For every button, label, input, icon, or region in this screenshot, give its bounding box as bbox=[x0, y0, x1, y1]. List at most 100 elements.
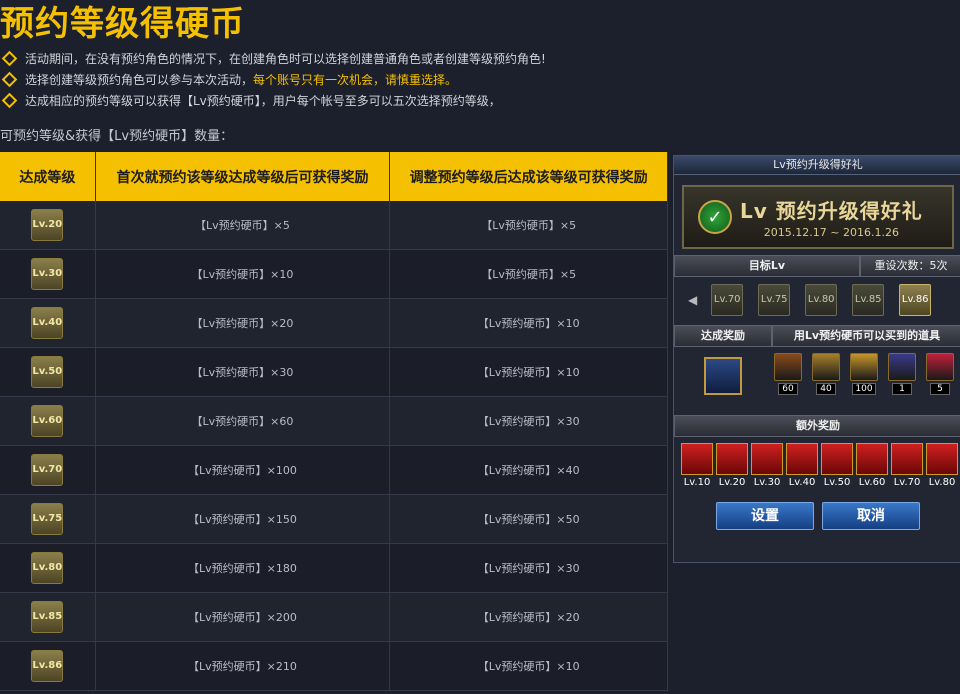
diamond-bullet-icon bbox=[1, 71, 18, 88]
header-adjusted: 调整预约等级后达成该等级可获得奖励 bbox=[389, 152, 668, 201]
shop-item[interactable]: 1 bbox=[886, 353, 918, 395]
note-item: 活动期间，在没有预约角色的情况下，在创建角色时可以选择创建普通角色或者创建等级预… bbox=[0, 48, 600, 69]
level-cell: Lv.30 bbox=[0, 249, 96, 299]
treasure-book-icon bbox=[774, 353, 802, 381]
adjusted-reward-cell: 【Lv预约硬币】×50 bbox=[389, 494, 668, 544]
level-badge-icon: Lv.86 bbox=[31, 650, 64, 682]
level-option-selected[interactable]: Lv.86 bbox=[899, 284, 932, 316]
header-first: 首次就预约该等级达成等级后可获得奖励 bbox=[95, 152, 391, 201]
extra-reward[interactable]: Lv.80 bbox=[925, 443, 959, 488]
shop-label: 用Lv预约硬币可以买到的道具 bbox=[772, 325, 960, 347]
potion-icon bbox=[888, 353, 916, 381]
first-reward-cell: 【Lv预约硬币】×10 bbox=[95, 249, 391, 299]
reservation-panel: Lv预约升级得好礼 ✓ Lv 预约升级得好礼 2015.12.17 ~ 2016… bbox=[673, 155, 960, 563]
page-title: 预约等级得硬币 bbox=[0, 4, 245, 44]
table-row: Lv.50 【Lv预约硬币】×30 【Lv预约硬币】×10 bbox=[0, 347, 668, 397]
extra-reward-level: Lv.80 bbox=[928, 477, 956, 488]
shop-count: 5 bbox=[930, 383, 950, 395]
note-item: 选择创建等级预约角色可以参与本次活动， 每个账号只有一次机会，请慎重选择。 bbox=[0, 69, 600, 90]
target-lv-label: 目标Lv bbox=[674, 255, 860, 277]
extra-reward-level: Lv.70 bbox=[893, 477, 921, 488]
panel-title: Lv预约升级得好礼 bbox=[674, 156, 960, 175]
arrow-left-icon[interactable]: ◀ bbox=[688, 293, 697, 307]
level-option[interactable]: Lv.80 bbox=[805, 284, 838, 316]
reset-count-label: 重设次数：5次 bbox=[860, 255, 960, 277]
reward-items: 60 40 100 1 5 bbox=[674, 347, 960, 415]
gift-box-icon bbox=[856, 443, 888, 475]
extra-reward-level: Lv.40 bbox=[788, 477, 816, 488]
shop-item[interactable]: 5 bbox=[924, 353, 956, 395]
table-row: Lv.75 【Lv预约硬币】×150 【Lv预约硬币】×50 bbox=[0, 494, 668, 544]
level-option[interactable]: Lv.85 bbox=[852, 284, 885, 316]
shop-item[interactable]: 60 bbox=[772, 353, 804, 395]
level-badge-icon: Lv.70 bbox=[31, 454, 64, 486]
level-cell: Lv.20 bbox=[0, 201, 96, 250]
chest-icon bbox=[812, 353, 840, 381]
note-highlight: 每个账号只有一次机会，请慎重选择。 bbox=[253, 73, 458, 87]
extra-reward[interactable]: Lv.10 bbox=[680, 443, 714, 488]
note-text: 达成相应的预约等级可以获得【Lv预约硬币】，用户每个帐号至多可以五次选择预约等级… bbox=[25, 94, 501, 108]
extra-reward[interactable]: Lv.70 bbox=[890, 443, 924, 488]
extra-reward-level: Lv.60 bbox=[858, 477, 886, 488]
adjusted-reward-cell: 【Lv预约硬币】×5 bbox=[389, 201, 668, 250]
checkmark-icon: ✓ bbox=[698, 200, 732, 234]
rewards-table: 达成等级 首次就预约该等级达成等级后可获得奖励 调整预约等级后达成该等级可获得奖… bbox=[0, 152, 668, 691]
level-badge-icon: Lv.30 bbox=[31, 258, 64, 290]
adjusted-reward-cell: 【Lv预约硬币】×10 bbox=[389, 641, 668, 691]
note-text: 活动期间，在没有预约角色的情况下，在创建角色时可以选择创建普通角色或者创建等级预… bbox=[25, 52, 546, 66]
shop-count: 60 bbox=[778, 383, 798, 395]
extra-reward[interactable]: Lv.40 bbox=[785, 443, 819, 488]
level-cell: Lv.70 bbox=[0, 445, 96, 495]
adjusted-reward-cell: 【Lv预约硬币】×5 bbox=[389, 249, 668, 299]
level-selector: ◀ Lv.70 Lv.75 Lv.80 Lv.85 Lv.86 bbox=[674, 277, 960, 323]
first-reward-cell: 【Lv预约硬币】×5 bbox=[95, 201, 391, 250]
gift-box-icon bbox=[891, 443, 923, 475]
extra-reward[interactable]: Lv.20 bbox=[715, 443, 749, 488]
level-cell: Lv.80 bbox=[0, 543, 96, 593]
level-cell: Lv.85 bbox=[0, 592, 96, 642]
first-reward-cell: 【Lv预约硬币】×150 bbox=[95, 494, 391, 544]
level-option[interactable]: Lv.70 bbox=[711, 284, 744, 316]
first-reward-cell: 【Lv预约硬币】×100 bbox=[95, 445, 391, 495]
level-option[interactable]: Lv.75 bbox=[758, 284, 791, 316]
table-row: Lv.80 【Lv预约硬币】×180 【Lv预约硬币】×30 bbox=[0, 543, 668, 593]
level-cell: Lv.86 bbox=[0, 641, 96, 691]
adjusted-reward-cell: 【Lv预约硬币】×40 bbox=[389, 445, 668, 495]
gift-box-icon bbox=[786, 443, 818, 475]
extra-reward[interactable]: Lv.30 bbox=[750, 443, 784, 488]
banner-date: 2015.12.17 ~ 2016.1.26 bbox=[763, 226, 899, 239]
table-row: Lv.20 【Lv预约硬币】×5 【Lv预约硬币】×5 bbox=[0, 201, 668, 250]
gift-box-icon bbox=[716, 443, 748, 475]
shop-item[interactable]: 40 bbox=[810, 353, 842, 395]
table-row: Lv.70 【Lv预约硬币】×100 【Lv预约硬币】×40 bbox=[0, 445, 668, 495]
level-badge-icon: Lv.80 bbox=[31, 552, 64, 584]
shop-count: 100 bbox=[852, 383, 876, 395]
level-cell: Lv.40 bbox=[0, 298, 96, 348]
event-banner: ✓ Lv 预约升级得好礼 2015.12.17 ~ 2016.1.26 bbox=[682, 185, 954, 249]
coin-icon[interactable] bbox=[704, 357, 742, 395]
level-badge-icon: Lv.40 bbox=[31, 307, 64, 339]
first-reward-cell: 【Lv预约硬币】×30 bbox=[95, 347, 391, 397]
extra-reward[interactable]: Lv.50 bbox=[820, 443, 854, 488]
confirm-button[interactable]: 设置 bbox=[716, 502, 814, 530]
extra-reward[interactable]: Lv.60 bbox=[855, 443, 889, 488]
first-reward-cell: 【Lv预约硬币】×200 bbox=[95, 592, 391, 642]
level-cell: Lv.75 bbox=[0, 494, 96, 544]
level-badge-icon: Lv.50 bbox=[31, 356, 64, 388]
first-reward-cell: 【Lv预约硬币】×180 bbox=[95, 543, 391, 593]
banner-title: Lv 预约升级得好礼 bbox=[740, 199, 923, 223]
adjusted-reward-cell: 【Lv预约硬币】×30 bbox=[389, 543, 668, 593]
level-cell: Lv.60 bbox=[0, 396, 96, 446]
table-subtitle: 可预约等级&获得【Lv预约硬币】数量： bbox=[0, 129, 234, 144]
note-item: 达成相应的预约等级可以获得【Lv预约硬币】，用户每个帐号至多可以五次选择预约等级… bbox=[0, 90, 600, 111]
first-reward-cell: 【Lv预约硬币】×210 bbox=[95, 641, 391, 691]
adjusted-reward-cell: 【Lv预约硬币】×10 bbox=[389, 347, 668, 397]
diamond-bullet-icon bbox=[1, 50, 18, 67]
golden-chest-icon bbox=[850, 353, 878, 381]
level-badge-icon: Lv.20 bbox=[31, 209, 64, 241]
extra-reward-level: Lv.50 bbox=[823, 477, 851, 488]
level-badge-icon: Lv.85 bbox=[31, 601, 64, 633]
gift-box-icon bbox=[821, 443, 853, 475]
shop-item[interactable]: 100 bbox=[848, 353, 880, 395]
cancel-button[interactable]: 取消 bbox=[822, 502, 920, 530]
